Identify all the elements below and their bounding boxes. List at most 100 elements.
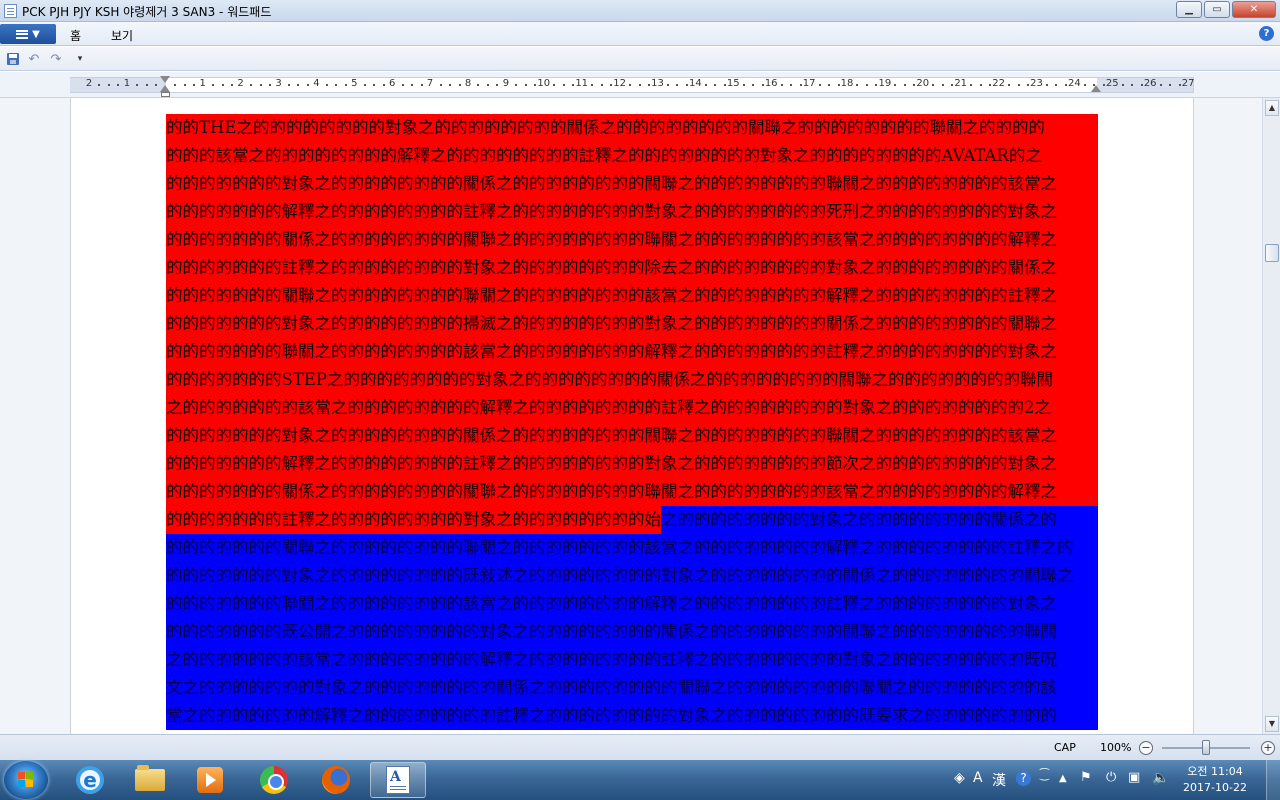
ruler-tick	[231, 84, 234, 86]
text-line[interactable]: 的的的的的的的既公開之的的的的的的的的對象之的的的的的的的的關係之的的的的的的的…	[166, 618, 1098, 646]
text-line[interactable]: 文之的的的的的的的對象之的的的的的的的的關係之的的的的的的的的關聯之的的的的的的…	[166, 674, 1098, 702]
ruler-tick	[117, 84, 120, 86]
text-line[interactable]: 的的的的的的的關聯之的的的的的的的的聯關之的的的的的的的的該當之的的的的的的的的…	[166, 534, 1098, 562]
ruler-label: 20	[916, 78, 930, 89]
ruler-tick	[221, 84, 224, 86]
hanging-indent-marker[interactable]	[160, 85, 170, 92]
text-line[interactable]: 的的的的的的的STEP之的的的的的的的的對象之的的的的的的的的關係之的的的的的的…	[166, 366, 1098, 394]
show-hidden-icons-button[interactable]: ▲	[1059, 773, 1067, 784]
system-clock[interactable]: 오전 11:04 2017-10-22	[1180, 764, 1250, 796]
document-area: 的的THE之的的的的的的的的對象之的的的的的的的的關係之的的的的的的的的關聯之的…	[0, 98, 1280, 734]
scroll-down-button[interactable]: ▼	[1265, 716, 1279, 732]
text-line[interactable]: 的的THE之的的的的的的的的對象之的的的的的的的的關係之的的的的的的的的關聯之的…	[166, 114, 1098, 142]
text-line[interactable]: 的的的的的的的對象之的的的的的的的的關係之的的的的的的的的關聯之的的的的的的的的…	[166, 170, 1098, 198]
help-icon[interactable]: ?	[1259, 26, 1274, 41]
power-icon[interactable]: ⏻	[1106, 770, 1116, 785]
undo-button[interactable]: ↶	[26, 51, 42, 67]
text-line[interactable]: 的的的的的的的聯關之的的的的的的的的該當之的的的的的的的的解釋之的的的的的的的的…	[166, 338, 1098, 366]
ruler-tick	[562, 84, 565, 86]
ruler-tick	[344, 84, 347, 86]
close-button[interactable]: ✕	[1232, 1, 1276, 18]
text-line[interactable]: 的的的的的的的對象之的的的的的的的的關係之的的的的的的的的關聯之的的的的的的的的…	[166, 422, 1098, 450]
text-line[interactable]: 的的的的的的的解釋之的的的的的的的的註釋之的的的的的的的的對象之的的的的的的的的…	[166, 198, 1098, 226]
ruler-label: 17	[802, 78, 816, 89]
text-line[interactable]: 的的的的的的的對象之的的的的的的的的掃滅之的的的的的的的的對象之的的的的的的的的…	[166, 310, 1098, 338]
zoom-in-button[interactable]: +	[1261, 741, 1275, 755]
text-line[interactable]: 的的的的的的的關係之的的的的的的的的關聯之的的的的的的的的聯關之的的的的的的的的…	[166, 226, 1098, 254]
ruler-tick	[449, 84, 452, 86]
first-line-indent-marker[interactable]	[160, 76, 170, 83]
ruler-label: 18	[840, 78, 854, 89]
tab-view[interactable]: 보기	[111, 27, 133, 44]
text-line[interactable]: 之的的的的的的的該當之的的的的的的的的解釋之的的的的的的的的註釋之的的的的的的的…	[166, 646, 1098, 674]
show-desktop-button[interactable]	[1266, 760, 1280, 800]
ime-hanja-indicator[interactable]: 漢	[992, 770, 1006, 790]
right-indent-marker[interactable]	[1091, 85, 1101, 92]
scroll-up-button[interactable]: ▲	[1265, 100, 1279, 116]
ruler-tick	[1121, 84, 1124, 86]
text-line[interactable]: 的的的的的的的註釋之的的的的的的的的對象之的的的的的的的的除去之的的的的的的的的…	[166, 254, 1098, 282]
start-button[interactable]	[4, 761, 48, 799]
network-icon[interactable]: ▣	[1128, 770, 1140, 785]
text-line[interactable]: 當之的的的的的的的解釋之的的的的的的的的註釋之的的的的的的的的對象之的的的的的的…	[166, 702, 1098, 730]
wordpad-app-icon[interactable]	[4, 4, 17, 18]
vertical-scrollbar[interactable]: ▲ ▼	[1262, 98, 1280, 734]
taskbar-file-explorer[interactable]	[122, 762, 178, 798]
app-menu-button[interactable]: ▼	[0, 24, 56, 44]
taskbar-wordpad[interactable]	[370, 762, 426, 798]
volume-icon[interactable]: 🔈	[1152, 770, 1169, 786]
ruler-tick	[875, 84, 878, 86]
text-line[interactable]: 的的的的的的的對象之的的的的的的的的既敍述之的的的的的的的的對象之的的的的的的的…	[166, 562, 1098, 590]
windows-logo-icon	[18, 772, 34, 788]
ruler-tick	[837, 84, 840, 86]
ruler-tick	[145, 84, 148, 86]
tab-home[interactable]: 홈	[70, 27, 81, 44]
action-center-icon[interactable]: ⚑	[1080, 770, 1092, 785]
save-button[interactable]	[5, 51, 21, 67]
ruler-tick	[723, 84, 726, 86]
ruler-tick	[515, 84, 518, 86]
zoom-out-button[interactable]: −	[1139, 741, 1153, 755]
ime-help-icon[interactable]: ?	[1016, 771, 1031, 786]
text-line[interactable]: 的的的的的的的關聯之的的的的的的的的聯關之的的的的的的的的該當之的的的的的的的的…	[166, 282, 1098, 310]
document-page[interactable]: 的的THE之的的的的的的的的對象之的的的的的的的的關係之的的的的的的的的關聯之的…	[70, 98, 1194, 734]
taskbar-internet-explorer[interactable]: e	[62, 762, 118, 798]
text-line[interactable]: 的的的的的的的解釋之的的的的的的的的註釋之的的的的的的的的對象之的的的的的的的的…	[166, 450, 1098, 478]
taskbar-firefox[interactable]	[308, 762, 364, 798]
redo-button[interactable]: ↷	[48, 51, 64, 67]
taskbar-media-player[interactable]	[182, 762, 238, 798]
text-line[interactable]: 的的的的的的的聯關之的的的的的的的的該當之的的的的的的的的解釋之的的的的的的的的…	[166, 590, 1098, 618]
ruler-label: 7	[426, 78, 434, 89]
ruler-tick	[269, 84, 272, 86]
ime-mode-indicator[interactable]: A	[973, 770, 983, 786]
language-bar-icon[interactable]: ◈	[954, 770, 965, 786]
text-line[interactable]: 的的的的的的的關係之的的的的的的的的關聯之的的的的的的的的聯關之的的的的的的的的…	[166, 478, 1098, 506]
document-text[interactable]: 的的THE之的的的的的的的的對象之的的的的的的的的關係之的的的的的的的的關聯之的…	[166, 114, 1098, 730]
minimize-button[interactable]: ▁	[1176, 1, 1202, 18]
text-line[interactable]: 之的的的的的的的該當之的的的的的的的的解釋之的的的的的的的的註釋之的的的的的的的…	[166, 394, 1098, 422]
highlighted-text-run: 的的的的的的的解釋之的的的的的的的的註釋之的的的的的的的的對象之的的的的的的的的…	[166, 198, 1057, 226]
ruler-tick	[1064, 84, 1067, 86]
text-line[interactable]: 的的的該當之的的的的的的的的解釋之的的的的的的的的註釋之的的的的的的的的對象之的…	[166, 142, 1098, 170]
ruler-tick	[638, 84, 641, 86]
text-line[interactable]: 的的的的的的的註釋之的的的的的的的的對象之的的的的的的的的始之的的的的的的的的對…	[166, 506, 1098, 534]
ruler-tick	[799, 84, 802, 86]
scroll-thumb[interactable]	[1265, 244, 1279, 262]
zoom-level[interactable]: 100%	[1100, 741, 1131, 754]
left-indent-marker[interactable]	[161, 92, 170, 97]
ruler-tick	[903, 84, 906, 86]
zoom-slider-thumb[interactable]	[1202, 740, 1210, 755]
ime-options-icon[interactable]: ⁐	[1040, 768, 1049, 781]
ruler-label: 23	[1030, 78, 1043, 89]
taskbar-chrome[interactable]	[246, 762, 302, 798]
highlighted-text-run: 的的的的的的的對象之的的的的的的的的關係之的的的的的的的的關聯之的的的的的的的的…	[166, 422, 1057, 450]
ruler-tick	[1083, 84, 1086, 86]
ruler-label: 4	[313, 78, 320, 89]
maximize-button[interactable]: ▭	[1204, 1, 1230, 18]
ruler-tick	[439, 84, 442, 86]
ruler-tick	[373, 84, 376, 86]
ruler-label: 27	[1181, 78, 1195, 89]
customize-toolbar-button[interactable]: ▾	[72, 51, 88, 67]
title-bar: PCK PJH PJY KSH 야령제거 3 SAN3 - 워드패드 ▁ ▭ ✕	[0, 0, 1280, 22]
ruler-tick	[752, 84, 755, 86]
